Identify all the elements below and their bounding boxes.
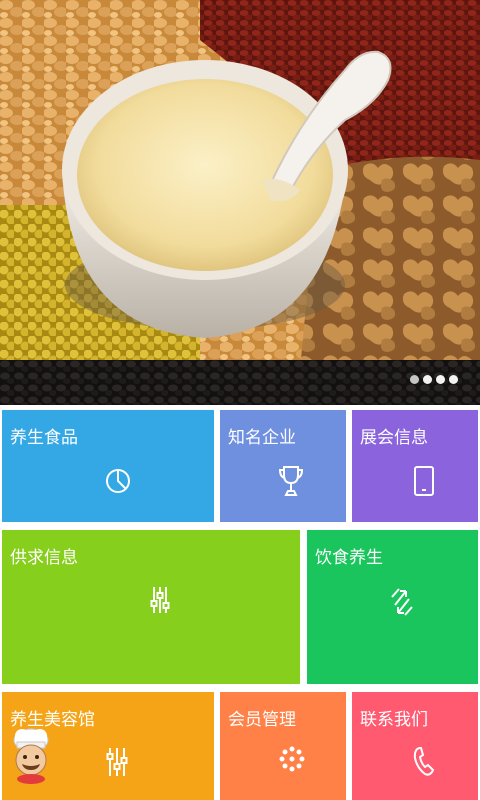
sliders-icon — [150, 585, 170, 615]
trophy-icon — [279, 465, 303, 497]
pie-chart-icon — [105, 468, 131, 494]
carousel-dot-2[interactable] — [423, 375, 432, 384]
refresh-icon — [389, 585, 415, 619]
tile-label: 供求信息 — [10, 548, 78, 568]
tile-supply-demand[interactable]: 供求信息 — [2, 530, 300, 684]
tile-health-food[interactable]: 养生食品 — [2, 410, 214, 522]
dots-circle-icon — [279, 746, 305, 772]
carousel-dot-1[interactable] — [410, 375, 419, 384]
tile-exhibition-info[interactable]: 展会信息 — [352, 410, 478, 522]
tile-label: 会员管理 — [228, 710, 296, 730]
carousel-dot-4[interactable] — [449, 375, 458, 384]
tile-label: 知名企业 — [228, 428, 296, 448]
carousel-dot-3[interactable] — [436, 375, 445, 384]
carousel-indicator[interactable] — [410, 375, 458, 384]
tile-label: 养生食品 — [10, 428, 78, 448]
tile-label: 饮食养生 — [315, 548, 383, 568]
tile-label: 展会信息 — [360, 428, 428, 448]
tablet-icon — [413, 465, 435, 497]
hero-banner[interactable] — [0, 0, 480, 405]
phone-icon — [413, 746, 437, 776]
tile-contact-us[interactable]: 联系我们 — [352, 692, 478, 800]
tile-label: 联系我们 — [360, 710, 428, 730]
tile-famous-companies[interactable]: 知名企业 — [220, 410, 346, 522]
tile-diet-health[interactable]: 饮食养生 — [307, 530, 478, 684]
equalizer-icon — [106, 746, 128, 778]
tile-member-management[interactable]: 会员管理 — [220, 692, 346, 800]
soy-milk-photo — [0, 0, 480, 405]
chef-avatar-icon[interactable] — [8, 726, 54, 784]
